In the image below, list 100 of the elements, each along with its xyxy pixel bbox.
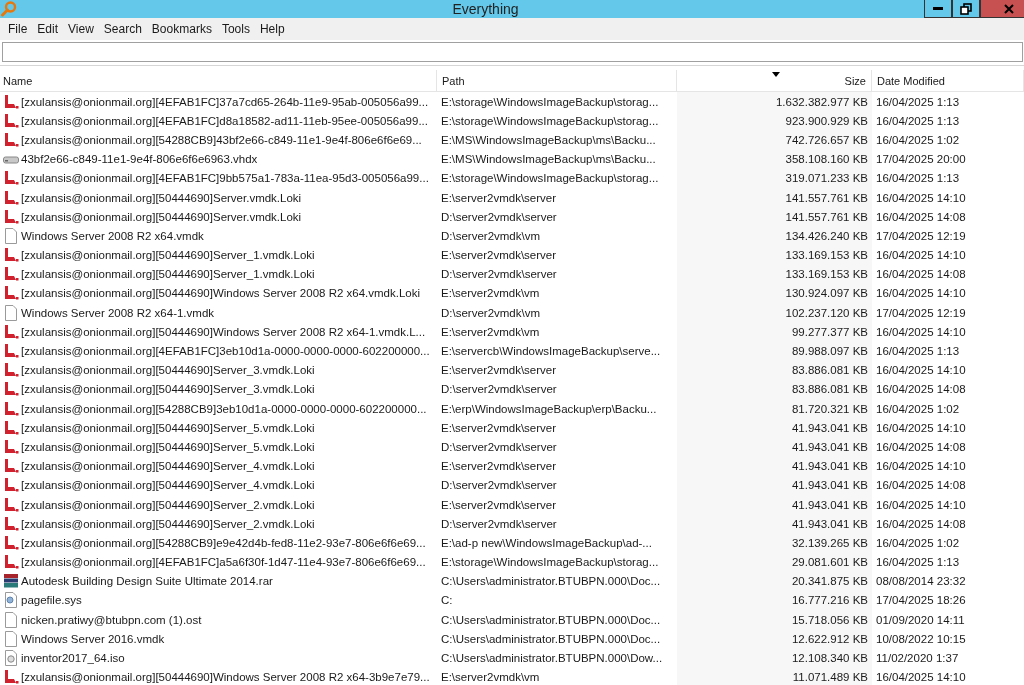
menu-item[interactable]: View [63, 22, 99, 36]
file-name: [zxulansis@onionmail.org][4EFAB1FC]d8a18582-ad11-11eb-95ee-005056a99... [21, 114, 428, 127]
modified-date: 17/04/2025 18:26 [876, 594, 966, 607]
file-name: [zxulansis@onionmail.org][50444690]Server_3.vmdk.Loki [21, 364, 315, 377]
modified-date: 16/04/2025 1:13 [876, 556, 960, 569]
file-size: 358.108.160 KB [785, 153, 868, 166]
column-header[interactable]: Date Modified [872, 70, 1024, 91]
file-type-icon [3, 112, 19, 129]
file-path: E:\server2vmdk\server [441, 191, 557, 204]
file-path: C:\Users\administrator.BTUBPN.000\Doc... [441, 575, 661, 588]
file-size: 15.718.056 KB [791, 613, 868, 626]
file-path: E:\storage\WindowsImageBackup\storag... [441, 556, 659, 569]
menu-item[interactable]: Bookmarks [146, 22, 217, 36]
file-type-icon [3, 343, 19, 360]
file-path: D:\server2vmdk\server [441, 210, 557, 223]
file-size: 29.081.601 KB [791, 556, 868, 569]
column-label: Date Modified [877, 74, 945, 87]
file-type-icon [3, 170, 19, 187]
file-path: E:\server2vmdk\vm [441, 287, 540, 300]
file-size: 83.886.081 KB [791, 383, 868, 396]
search-field[interactable] [2, 42, 1023, 62]
file-path: E:\server2vmdk\server [441, 498, 557, 511]
modified-date: 16/04/2025 14:10 [876, 287, 966, 300]
file-size: 41.943.041 KB [791, 498, 868, 511]
file-icon [3, 611, 19, 628]
modified-date: 11/02/2020 1:37 [876, 652, 959, 665]
minimize-button[interactable] [924, 0, 952, 18]
menu-item[interactable]: Edit [32, 22, 64, 36]
file-size: 16.777.216 KB [791, 594, 868, 607]
file-icon [3, 304, 19, 321]
file-type-icon [3, 477, 19, 494]
file-name: [zxulansis@onionmail.org][50444690]Server_2.vmdk.Loki [21, 498, 315, 511]
file-size: 11.071.489 KB [792, 671, 868, 684]
file-type-icon [3, 554, 19, 571]
file-type-icon [3, 515, 19, 532]
file-name: [zxulansis@onionmail.org][4EFAB1FC]a5a6f30f-1d47-11e4-93e7-806e6f6e69... [21, 556, 426, 569]
file-size: 41.943.041 KB [791, 517, 868, 530]
file-name: [zxulansis@onionmail.org][54288CB9]43bf2e66-c849-11e1-9e4f-806e6f6e69... [21, 133, 422, 146]
file-path: E:\MS\WindowsImageBackup\ms\Backu... [441, 153, 656, 166]
file-path: E:\servercb\WindowsImageBackup\serve... [441, 345, 661, 358]
modified-date: 16/04/2025 1:13 [876, 172, 960, 185]
file-type-icon [3, 131, 19, 148]
file-name: [zxulansis@onionmail.org][50444690]Windows Server 2008 R2 x64-1.vmdk.L... [21, 325, 426, 338]
file-type-icon [3, 419, 19, 436]
menu-item[interactable]: Search [98, 22, 147, 36]
file-size: 319.071.233 KB [785, 172, 868, 185]
modified-date: 17/04/2025 20:00 [876, 153, 966, 166]
modified-date: 16/04/2025 1:13 [876, 114, 960, 127]
restore-button[interactable] [952, 0, 980, 18]
file-path: D:\server2vmdk\server [441, 268, 557, 281]
file-size: 41.943.041 KB [791, 421, 868, 434]
file-name: [zxulansis@onionmail.org][50444690]Server_1.vmdk.Loki [21, 268, 315, 281]
column-label: Size [844, 74, 866, 87]
menu-item[interactable]: Tools [216, 22, 255, 36]
file-path: E:\server2vmdk\vm [441, 325, 540, 338]
column-header[interactable]: Name [0, 70, 437, 91]
file-path: E:\storage\WindowsImageBackup\storag... [441, 172, 659, 185]
file-path: C:\Users\administrator.BTUBPN.000\Doc... [441, 632, 661, 645]
file-type-icon [3, 285, 19, 302]
menu-item[interactable]: File [3, 22, 33, 36]
file-name: [zxulansis@onionmail.org][50444690]Server_1.vmdk.Loki [21, 249, 315, 262]
file-size: 134.426.240 KB [785, 229, 868, 242]
file-size: 133.169.153 KB [785, 268, 868, 281]
file-size: 141.557.761 KB [785, 210, 868, 223]
file-type-icon [3, 669, 19, 685]
modified-date: 10/08/2022 10:15 [876, 632, 966, 645]
file-size: 141.557.761 KB [785, 191, 868, 204]
modified-date: 16/04/2025 1:13 [876, 345, 960, 358]
modified-date: 16/04/2025 14:10 [876, 421, 966, 434]
column-label: Name [3, 74, 33, 87]
menu-item[interactable]: Help [254, 22, 290, 36]
modified-date: 16/04/2025 14:10 [876, 460, 966, 473]
file-path: D:\server2vmdk\vm [441, 306, 541, 319]
file-name: [zxulansis@onionmail.org][50444690]Server_5.vmdk.Loki [21, 440, 315, 453]
file-path: E:\ad-p new\WindowsImageBackup\ad-... [441, 536, 652, 549]
file-type-icon [3, 438, 19, 455]
column-header[interactable]: Size [677, 70, 872, 91]
file-path: D:\server2vmdk\vm [441, 229, 541, 242]
disc-file-icon [3, 650, 19, 667]
file-path: E:\server2vmdk\server [441, 364, 557, 377]
modified-date: 17/04/2025 12:19 [876, 229, 966, 242]
archive-icon [3, 573, 19, 590]
file-name: [zxulansis@onionmail.org][4EFAB1FC]37a7cd65-264b-11e9-95ab-005056a99... [21, 95, 429, 108]
file-path: E:\MS\WindowsImageBackup\ms\Backu... [441, 133, 656, 146]
modified-date: 16/04/2025 14:10 [876, 325, 966, 338]
file-size: 12.622.912 KB [791, 632, 868, 645]
column-header[interactable]: Path [437, 70, 677, 91]
file-name: [zxulansis@onionmail.org][4EFAB1FC]3eb10d1a-0000-0000-0000-602200000... [21, 345, 430, 358]
file-name: [zxulansis@onionmail.org][50444690]Server_3.vmdk.Loki [21, 383, 315, 396]
file-type-icon [3, 362, 19, 379]
file-type-icon [3, 93, 19, 110]
file-size: 89.988.097 KB [791, 345, 868, 358]
file-path: E:\server2vmdk\server [441, 421, 557, 434]
file-name: pagefile.sys [21, 594, 82, 607]
file-size: 742.726.657 KB [785, 133, 868, 146]
close-button[interactable] [980, 0, 1024, 18]
modified-date: 16/04/2025 14:08 [876, 210, 966, 223]
modified-date: 16/04/2025 14:10 [876, 249, 966, 262]
file-size: 133.169.153 KB [785, 249, 868, 262]
modified-date: 16/04/2025 1:13 [876, 95, 960, 108]
